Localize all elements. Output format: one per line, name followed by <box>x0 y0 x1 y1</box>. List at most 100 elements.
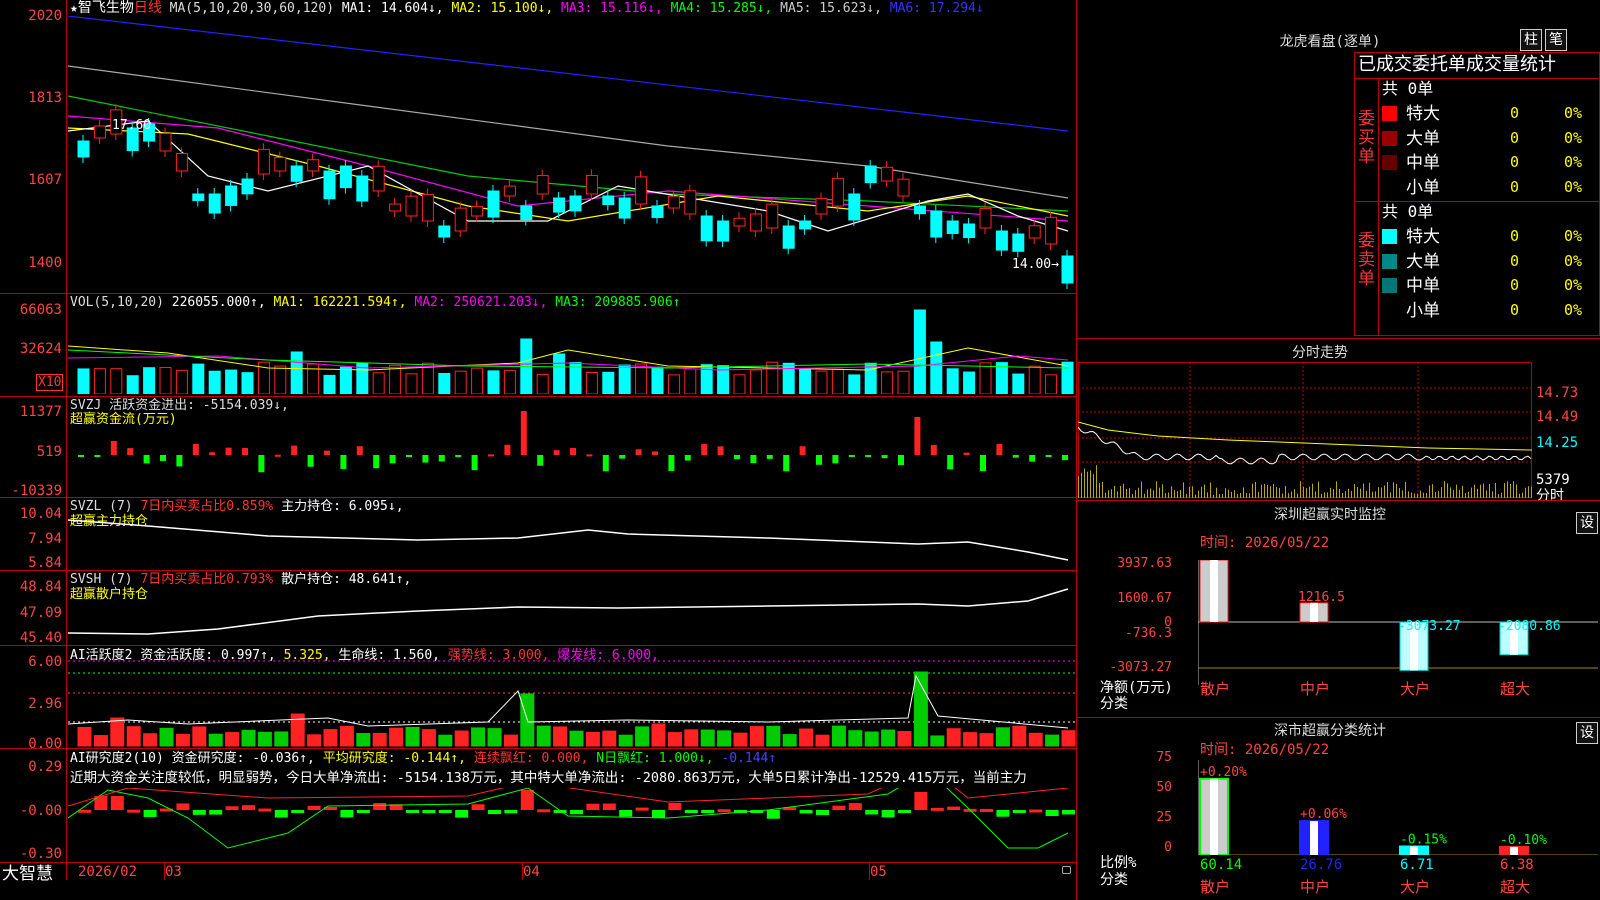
research-bar <box>307 805 321 810</box>
minute-volume-bar <box>1231 491 1232 498</box>
settings-button[interactable]: 设 <box>1576 722 1598 744</box>
candle <box>192 193 205 201</box>
category-tab[interactable]: 中户 <box>1300 682 1330 697</box>
minute-volume-bar <box>1465 493 1466 498</box>
flow-bar <box>471 455 478 471</box>
avg-line <box>1078 421 1532 451</box>
volume-bar <box>831 368 844 394</box>
ai-research-nday: N日飘红: 1.000↓, <box>596 751 714 766</box>
change-label: -0.10% <box>1500 833 1547 848</box>
minute-volume-bar <box>1210 482 1211 498</box>
category-label: 分类 <box>1100 872 1128 888</box>
tick-mode-button[interactable]: 笔 <box>1545 29 1567 51</box>
candle <box>635 176 648 205</box>
category-tab[interactable]: 散户 <box>1200 880 1230 895</box>
sz-class-y-label: 25 <box>1156 810 1172 825</box>
volume-bar <box>536 373 549 394</box>
minute-volume-bar <box>1474 484 1475 498</box>
volume-bar <box>553 353 566 394</box>
minute-volume-bar <box>1441 487 1442 498</box>
sz-class-title: 深市超赢分类统计 <box>1274 723 1386 739</box>
flow-bar <box>996 443 1003 455</box>
volume-bar <box>487 370 500 394</box>
minute-volume-bar <box>1273 483 1274 498</box>
minute-volume-bar <box>1366 490 1367 498</box>
ai-research-chart <box>68 788 1075 849</box>
activity-bar <box>536 725 551 747</box>
activity-bar <box>225 732 240 747</box>
dragon-row-name: 中单 <box>1406 276 1440 296</box>
dragon-row-pct: 0% <box>1564 128 1583 147</box>
research-bar <box>455 810 469 818</box>
candle <box>175 153 188 172</box>
flow-bar <box>406 455 412 457</box>
minute-volume-bar <box>1282 493 1283 498</box>
category-tab[interactable]: 超大 <box>1500 682 1530 697</box>
minute-volume-bar <box>1513 481 1514 498</box>
candlestick-chart[interactable] <box>68 16 1076 292</box>
intraday-unit: 分时 <box>1536 488 1564 504</box>
ai-activity-chart <box>68 660 1076 747</box>
dragon-row-pct: 0% <box>1564 276 1583 294</box>
ma4-value: MA4: 15.285↓, <box>670 1 773 16</box>
candle <box>405 195 418 217</box>
sz-class-y-label: 50 <box>1156 780 1172 795</box>
intraday-chart[interactable] <box>1078 362 1532 498</box>
volume-bar <box>881 371 894 394</box>
minute-volume-bar <box>1129 488 1130 498</box>
period-label[interactable]: 日线 <box>134 0 162 16</box>
research-bar <box>832 805 846 810</box>
candle <box>257 148 270 175</box>
minute-volume-bar <box>1162 484 1163 498</box>
minute-volume-bar <box>1516 484 1517 498</box>
candle <box>503 185 516 197</box>
activity-bar <box>208 733 223 747</box>
minute-volume-bar <box>1186 494 1187 498</box>
category-tab[interactable]: 散户 <box>1200 682 1230 697</box>
bar-mode-button[interactable]: 柱 <box>1520 29 1542 51</box>
volume-chart <box>68 309 1074 394</box>
dragon-row-name: 大单 <box>1406 251 1440 272</box>
minute-volume-bar <box>1375 491 1376 498</box>
minute-volume-bar <box>1432 484 1433 498</box>
research-bar <box>635 807 649 811</box>
dragon-title: 龙虎看盘(逐单) <box>1279 34 1381 50</box>
category-tab[interactable]: 大户 <box>1400 682 1430 697</box>
category-tab[interactable]: 超大 <box>1500 880 1530 895</box>
minute-volume-bar <box>1225 488 1226 498</box>
minute-volume-bar <box>1489 484 1490 498</box>
research-bar <box>898 810 911 813</box>
activity-bar <box>782 734 797 747</box>
svzj-y-label: 519 <box>36 444 62 460</box>
volume-bar <box>192 363 205 394</box>
candle <box>1028 225 1041 239</box>
activity-bar <box>1061 730 1076 747</box>
lock-icon[interactable] <box>1062 866 1071 874</box>
settings-button[interactable]: 设 <box>1576 512 1598 534</box>
activity-bar <box>175 733 190 747</box>
research-bar <box>881 810 895 818</box>
minute-volume-bar <box>1381 487 1382 498</box>
net-value-label: -2080.86 <box>1498 619 1561 634</box>
minute-volume-bar <box>1327 492 1328 498</box>
candle <box>782 225 795 249</box>
star-icon[interactable]: ★ <box>70 1 78 16</box>
flow-bar <box>324 450 330 455</box>
category-tab[interactable]: 大户 <box>1400 880 1430 895</box>
flow-bar <box>963 452 970 455</box>
research-bar <box>110 796 124 810</box>
dragon-row-name: 特大 <box>1406 104 1440 124</box>
ma2-value: MA2: 15.100↓, <box>451 1 554 16</box>
svzl-y-label: 7.94 <box>28 531 62 547</box>
minute-volume-bar <box>1261 484 1262 498</box>
dragon-row: 小单 0 0% <box>1380 300 1600 322</box>
candle <box>749 213 762 232</box>
candle <box>569 195 582 212</box>
intraday-volume: 5379 <box>1536 472 1570 488</box>
minute-volume-bar <box>1189 486 1190 498</box>
candle <box>585 174 598 195</box>
minute-volume-bar <box>1105 492 1106 498</box>
category-tab[interactable]: 中户 <box>1300 880 1330 895</box>
flow-bar <box>438 455 445 462</box>
activity-bar <box>717 730 732 747</box>
